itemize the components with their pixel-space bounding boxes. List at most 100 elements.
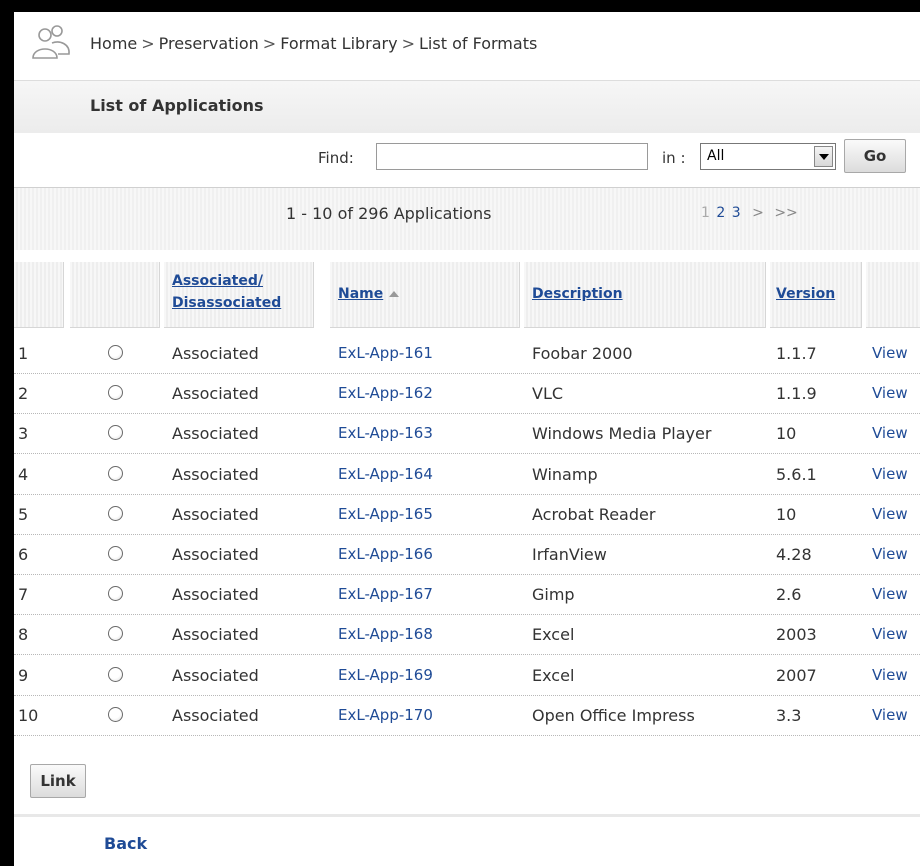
row-view-link[interactable]: View <box>872 625 908 643</box>
page-1: 1 <box>701 205 710 221</box>
row-description: Windows Media Player <box>532 424 712 444</box>
chevron-down-icon[interactable] <box>814 146 833 167</box>
find-input[interactable] <box>376 143 648 170</box>
row-description: IrfanView <box>532 545 607 564</box>
row-select-radio[interactable] <box>108 385 123 401</box>
row-status: Associated <box>172 504 259 524</box>
breadcrumb-preservation[interactable]: Preservation <box>159 34 259 53</box>
row-name-link[interactable]: ExL-App-164 <box>338 465 433 483</box>
row-description: Excel <box>532 625 575 645</box>
row-number: 1 <box>18 344 29 363</box>
table-header: Associated/Disassociated Name Descriptio… <box>14 262 920 328</box>
row-select-radio[interactable] <box>108 706 123 722</box>
header-actions <box>866 262 920 328</box>
name-sort-link[interactable]: Name <box>338 283 400 305</box>
next-page-link[interactable]: > <box>746 205 764 221</box>
row-name-link[interactable]: ExL-App-161 <box>338 344 433 362</box>
header-description: Description <box>524 262 766 328</box>
row-select-radio[interactable] <box>108 586 123 602</box>
pagination: 1 2 3 > >> <box>700 205 798 221</box>
row-description: VLC <box>532 384 564 404</box>
back-link[interactable]: Back <box>104 834 147 853</box>
row-name-link[interactable]: ExL-App-168 <box>338 625 433 643</box>
row-status: Associated <box>172 384 259 404</box>
row-view-link[interactable]: View <box>872 384 908 402</box>
header-number <box>14 262 64 328</box>
row-select-radio[interactable] <box>108 465 123 481</box>
row-view-link[interactable]: View <box>872 666 908 684</box>
table-row: 3 Associated ExL-App-163 Windows Media Play… <box>14 414 920 455</box>
find-label: Find: <box>318 149 354 167</box>
table-row: 10 Associated ExL-App-170 Open Office Impre… <box>14 696 920 736</box>
go-button[interactable]: Go <box>844 139 906 173</box>
row-status: Associated <box>172 545 259 564</box>
row-version: 2.6 <box>776 585 802 605</box>
row-number: 3 <box>18 424 29 444</box>
row-version: 2007 <box>776 665 817 685</box>
header-name: Name <box>330 262 520 328</box>
row-view-link[interactable]: View <box>872 465 908 483</box>
breadcrumb-format-library[interactable]: Format Library <box>280 34 397 53</box>
table-row: 1 Associated ExL-App-161 Foobar 2000 1.1.7 Vi… <box>14 334 920 374</box>
header-version: Version <box>770 262 862 328</box>
row-select-radio[interactable] <box>108 505 123 521</box>
row-name-link[interactable]: ExL-App-162 <box>338 384 433 402</box>
breadcrumb-home[interactable]: Home <box>90 34 137 53</box>
associated-header-line1: Associated/ <box>172 273 263 289</box>
version-sort-link[interactable]: Version <box>776 283 835 305</box>
table-row: 5 Associated ExL-App-165 Acrobat Reader 10 Vi… <box>14 495 920 535</box>
row-description: Gimp <box>532 585 575 605</box>
row-version: 3.3 <box>776 705 802 725</box>
breadcrumb-separator: > <box>262 34 277 53</box>
table-row: 8 Associated ExL-App-168 Excel 2003 View <box>14 615 920 656</box>
breadcrumb-list-of-formats: List of Formats <box>419 34 538 53</box>
row-view-link[interactable]: View <box>872 585 908 603</box>
sort-ascending-icon <box>389 291 400 297</box>
row-view-link[interactable]: View <box>872 545 908 563</box>
users-icon <box>32 25 70 59</box>
scope-select[interactable]: All <box>700 143 836 170</box>
row-number: 8 <box>18 625 29 645</box>
last-page-link[interactable]: >> <box>768 205 797 221</box>
row-version: 2003 <box>776 625 817 645</box>
row-status: Associated <box>172 625 259 645</box>
row-name-link[interactable]: ExL-App-167 <box>338 585 433 603</box>
row-view-link[interactable]: View <box>872 505 908 523</box>
title-bar: List of Applications <box>14 80 920 134</box>
row-name-link[interactable]: ExL-App-163 <box>338 424 433 442</box>
row-view-link[interactable]: View <box>872 344 908 362</box>
row-select-radio[interactable] <box>108 546 123 561</box>
table-row: 2 Associated ExL-App-162 VLC 1.1.9 View <box>14 374 920 415</box>
row-select-radio[interactable] <box>108 626 123 642</box>
row-select-radio[interactable] <box>108 666 123 682</box>
row-version: 1.1.7 <box>776 344 817 363</box>
breadcrumb-bar: Home > Preservation > Format Library > List of… <box>14 12 920 78</box>
breadcrumb-separator: > <box>141 34 155 53</box>
row-view-link[interactable]: View <box>872 424 908 442</box>
breadcrumb-separator: > <box>401 34 416 53</box>
row-name-link[interactable]: ExL-App-166 <box>338 545 433 563</box>
table-row: 6 Associated ExL-App-166 IrfanView 4.28 View <box>14 535 920 575</box>
row-name-link[interactable]: ExL-App-165 <box>338 505 433 523</box>
associated-sort-link[interactable]: Associated/Disassociated <box>172 270 281 314</box>
row-status: Associated <box>172 585 259 605</box>
row-description: Excel <box>532 665 575 685</box>
header-associated: Associated/Disassociated <box>164 262 314 328</box>
description-sort-link[interactable]: Description <box>532 283 623 305</box>
scope-value: All <box>707 148 725 164</box>
link-button[interactable]: Link <box>30 764 86 798</box>
row-name-link[interactable]: ExL-App-169 <box>338 666 433 684</box>
row-view-link[interactable]: View <box>872 706 908 724</box>
page-3-link[interactable]: 3 <box>731 205 742 221</box>
in-label: in : <box>662 149 686 167</box>
footer-divider <box>14 814 920 817</box>
row-select-radio[interactable] <box>108 345 123 360</box>
row-status: Associated <box>172 344 259 363</box>
page-2-link[interactable]: 2 <box>715 205 726 221</box>
row-version: 1.1.9 <box>776 384 817 404</box>
row-number: 7 <box>18 585 29 605</box>
header-select <box>70 262 160 328</box>
row-select-radio[interactable] <box>108 425 123 441</box>
row-name-link[interactable]: ExL-App-170 <box>338 706 433 724</box>
row-description: Acrobat Reader <box>532 504 656 524</box>
